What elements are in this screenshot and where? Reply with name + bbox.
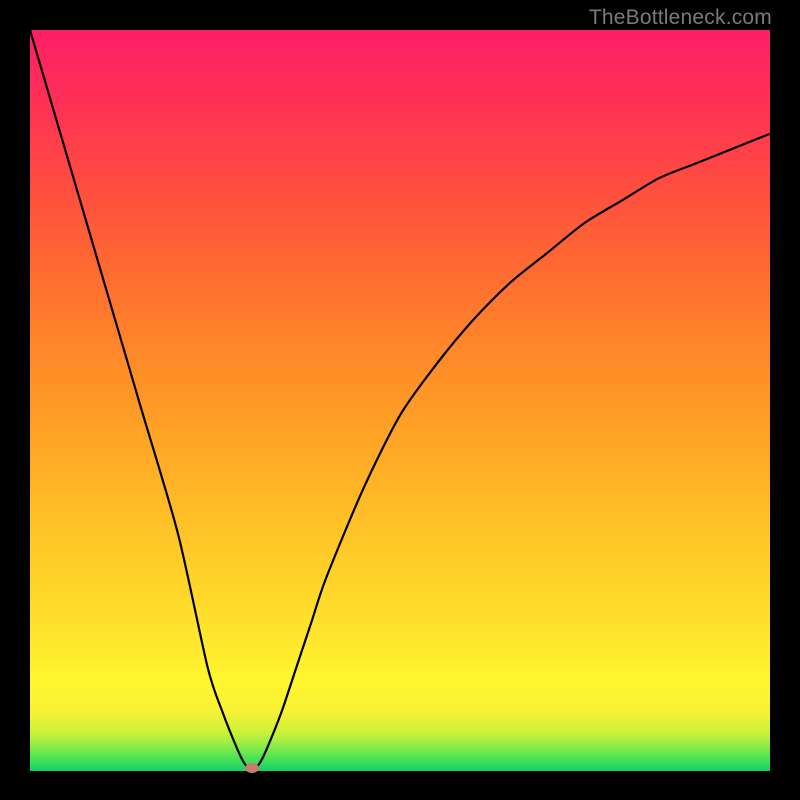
- watermark-label: TheBottleneck.com: [589, 6, 772, 30]
- minimum-marker: [245, 763, 259, 773]
- plot-area: [30, 30, 770, 771]
- bottleneck-curve-path: [30, 30, 770, 771]
- curve-svg: [30, 30, 770, 771]
- chart-frame: TheBottleneck.com: [0, 0, 800, 800]
